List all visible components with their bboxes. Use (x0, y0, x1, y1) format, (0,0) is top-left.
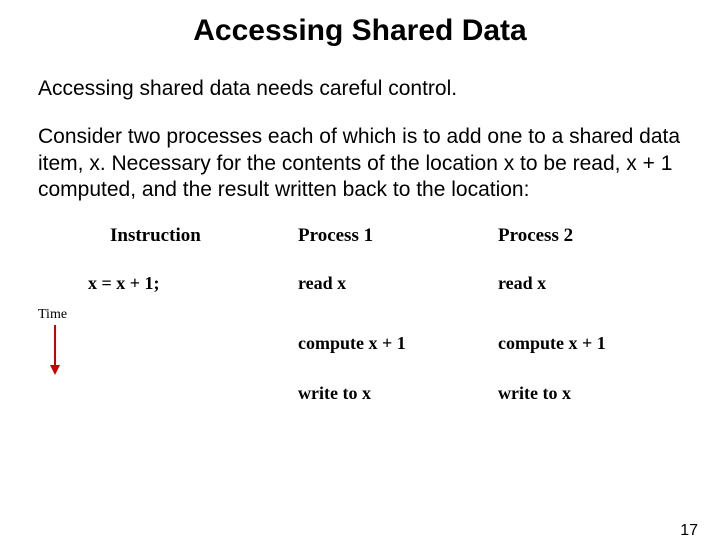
col-header-process1: Process 1 (298, 225, 373, 247)
p1-write: write to x (298, 383, 371, 404)
p2-compute: compute x + 1 (498, 333, 606, 354)
time-arrow-line (54, 325, 56, 367)
col-header-process2: Process 2 (498, 225, 573, 247)
p2-read: read x (498, 273, 546, 294)
paragraph-1: Accessing shared data needs careful cont… (38, 76, 682, 102)
process-diagram: Instruction Process 1 Process 2 x = x + … (38, 225, 682, 415)
col-header-instruction: Instruction (110, 225, 201, 247)
page-number: 17 (680, 522, 698, 540)
p2-write: write to x (498, 383, 571, 404)
p1-compute: compute x + 1 (298, 333, 406, 354)
time-arrow-head-icon (50, 365, 60, 375)
slide-title: Accessing Shared Data (0, 14, 720, 48)
instruction-code: x = x + 1; (88, 273, 160, 294)
paragraph-2: Consider two processes each of which is … (38, 124, 682, 203)
p1-read: read x (298, 273, 346, 294)
time-label: Time (38, 307, 67, 323)
